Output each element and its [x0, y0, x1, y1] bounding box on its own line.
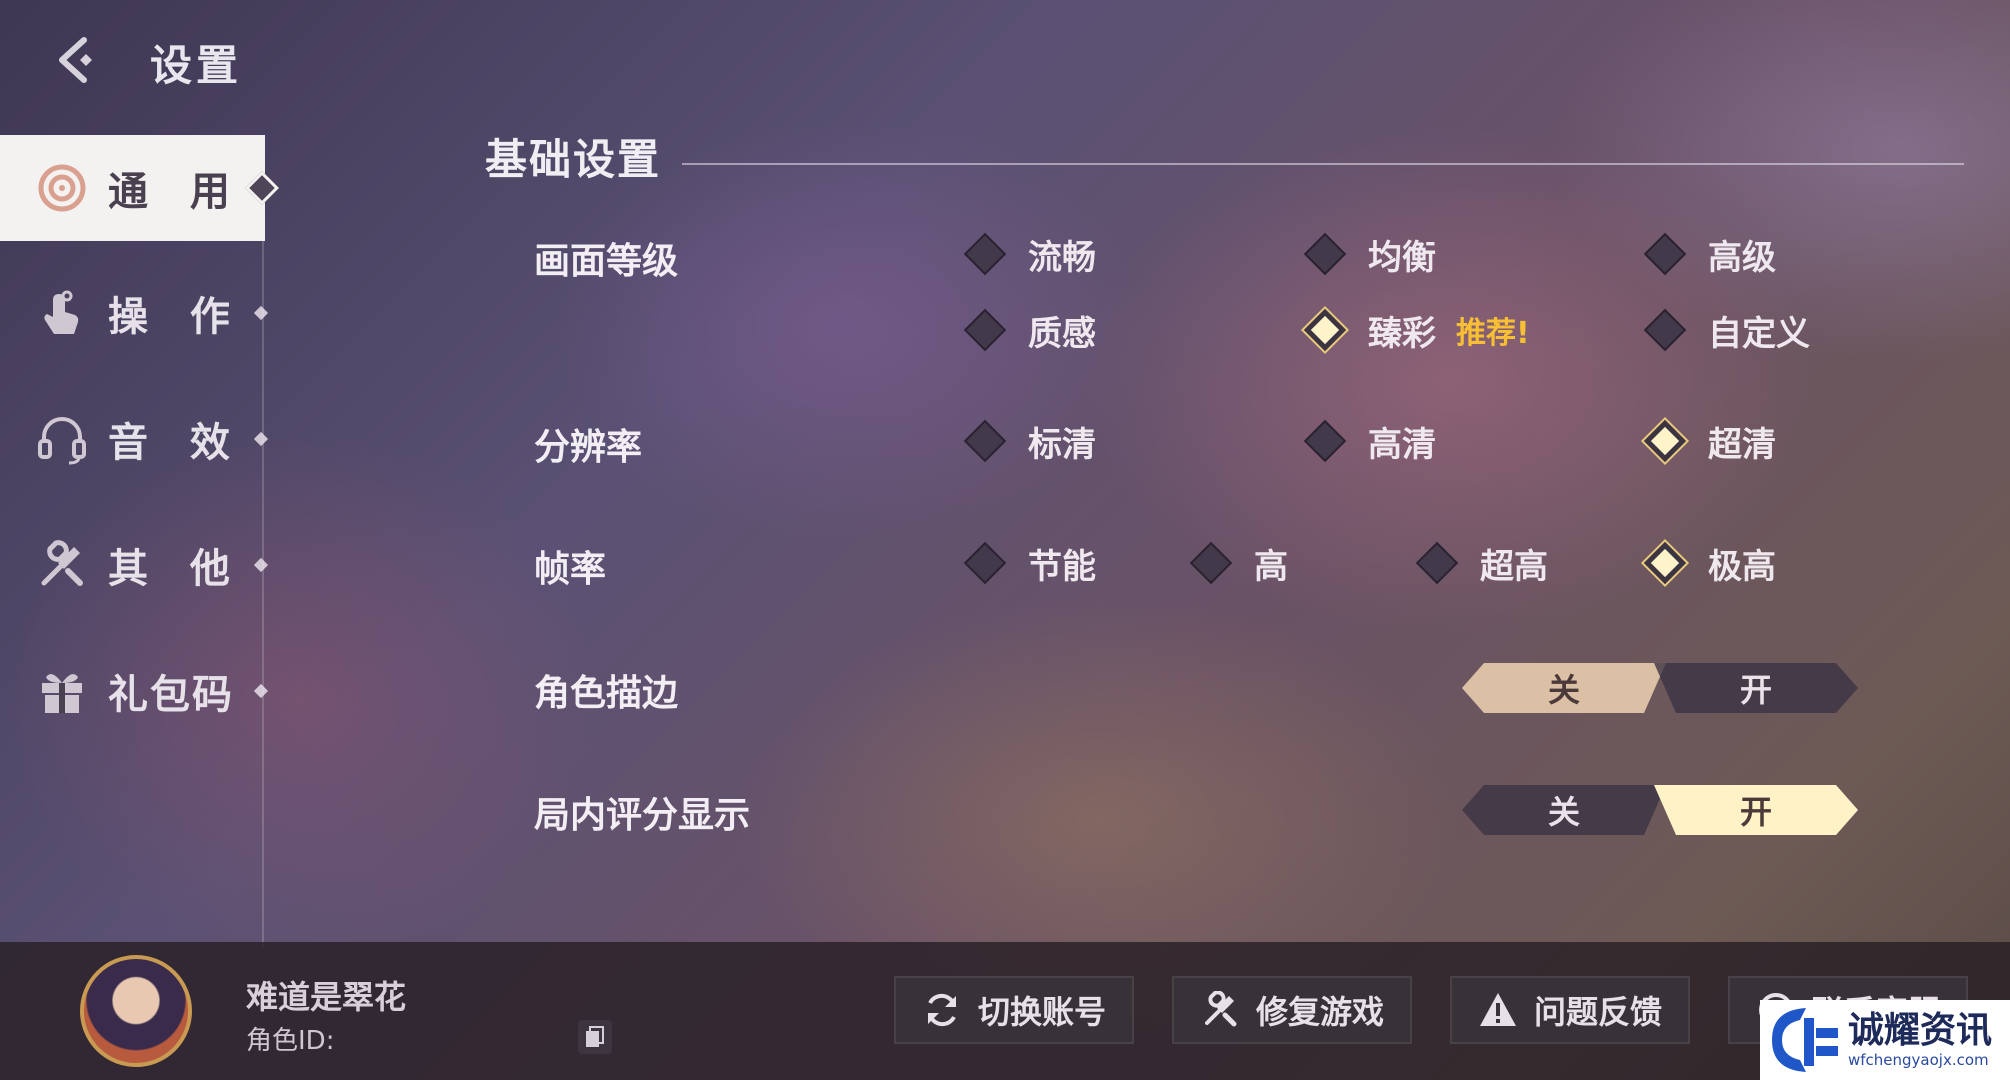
player-name: 难道是翠花 — [246, 978, 407, 1016]
sidebar-item-label: 操 作 — [108, 294, 244, 340]
warning-icon — [1478, 990, 1518, 1030]
watermark-text: 诚耀资讯 — [1848, 1010, 1993, 1051]
radio-diamond-icon — [963, 308, 1007, 352]
radio-diamond-icon — [963, 541, 1007, 585]
watermark-url: wfchengyaojx.com — [1848, 1051, 1989, 1069]
score-display-toggle[interactable]: 关 开 — [1462, 785, 1858, 835]
outline-on-option[interactable]: 开 — [1654, 663, 1858, 713]
radio-diamond-icon — [963, 232, 1007, 276]
framerate-option-high[interactable]: 高 — [1188, 535, 1288, 591]
sidebar-item-label: 通 用 — [108, 169, 244, 215]
role-id-label: 角色ID: — [246, 1026, 335, 1056]
recommended-badge: 推荐! — [1456, 316, 1530, 351]
radio-diamond-icon — [963, 419, 1007, 463]
sidebar-item-gift-code[interactable]: 礼包码 — [0, 638, 265, 744]
tools-icon — [34, 537, 90, 593]
resolution-option-hd[interactable]: 高清 — [1302, 413, 1436, 469]
score-off-option[interactable]: 关 — [1462, 785, 1666, 835]
quality-option-smooth[interactable]: 流畅 — [962, 226, 1096, 282]
radio-diamond-icon — [1415, 541, 1459, 585]
score-on-option[interactable]: 开 — [1654, 785, 1858, 835]
back-button[interactable] — [46, 30, 106, 90]
touch-icon — [34, 285, 90, 341]
chevron-left-icon — [59, 37, 92, 83]
quality-label: 画面等级 — [534, 241, 679, 282]
quality-option-texture[interactable]: 质感 — [962, 302, 1096, 358]
outline-label: 角色描边 — [534, 673, 679, 714]
framerate-option-ultra[interactable]: 极高 — [1642, 535, 1776, 591]
framerate-option-eco[interactable]: 节能 — [962, 535, 1096, 591]
general-icon — [34, 160, 90, 216]
section-divider — [682, 163, 1964, 165]
headphones-icon — [34, 411, 90, 467]
sidebar-item-label: 音 效 — [108, 420, 244, 466]
quality-option-high[interactable]: 高级 — [1642, 226, 1776, 282]
sidebar-item-controls[interactable]: 操 作 — [0, 260, 265, 366]
sidebar-item-audio[interactable]: 音 效 — [0, 386, 265, 492]
resolution-label: 分辨率 — [534, 427, 643, 468]
resolution-option-sd[interactable]: 标清 — [962, 413, 1096, 469]
quality-option-custom[interactable]: 自定义 — [1642, 302, 1810, 358]
radio-diamond-icon — [1643, 232, 1687, 276]
radio-diamond-selected-icon — [1643, 541, 1687, 585]
outline-toggle[interactable]: 关 开 — [1462, 663, 1858, 713]
framerate-option-super[interactable]: 超高 — [1414, 535, 1548, 591]
sidebar-item-label: 其 他 — [108, 546, 244, 592]
refresh-icon — [922, 990, 962, 1030]
copy-id-button[interactable] — [578, 1020, 612, 1054]
quality-option-balanced[interactable]: 均衡 — [1302, 226, 1436, 282]
sidebar-item-general[interactable]: 通 用 — [0, 135, 265, 241]
framerate-label: 帧率 — [534, 549, 607, 590]
avatar[interactable] — [80, 955, 192, 1067]
sidebar-item-label: 礼包码 — [108, 672, 234, 718]
repair-icon — [1200, 990, 1240, 1030]
feedback-button[interactable]: 问题反馈 — [1450, 976, 1690, 1044]
watermark-logo — [1772, 1008, 1838, 1072]
section-title: 基础设置 — [485, 135, 662, 184]
score-display-label: 局内评分显示 — [534, 795, 751, 836]
radio-diamond-icon — [1303, 419, 1347, 463]
radio-diamond-selected-icon — [1643, 419, 1687, 463]
copy-icon — [586, 1026, 604, 1047]
radio-diamond-icon — [1643, 308, 1687, 352]
gift-icon — [34, 663, 90, 719]
sidebar-item-other[interactable]: 其 他 — [0, 512, 265, 618]
switch-account-button[interactable]: 切换账号 — [894, 976, 1134, 1044]
resolution-option-uhd[interactable]: 超清 — [1642, 413, 1776, 469]
radio-diamond-selected-icon — [1303, 308, 1347, 352]
radio-diamond-icon — [1189, 541, 1233, 585]
repair-game-button[interactable]: 修复游戏 — [1172, 976, 1412, 1044]
watermark: 诚耀资讯 wfchengyaojx.com — [1760, 1000, 2010, 1080]
radio-diamond-icon — [1303, 232, 1347, 276]
page-title: 设置 — [150, 41, 243, 90]
quality-option-vivid[interactable]: 臻彩 推荐! — [1302, 302, 1530, 358]
outline-off-option[interactable]: 关 — [1462, 663, 1666, 713]
